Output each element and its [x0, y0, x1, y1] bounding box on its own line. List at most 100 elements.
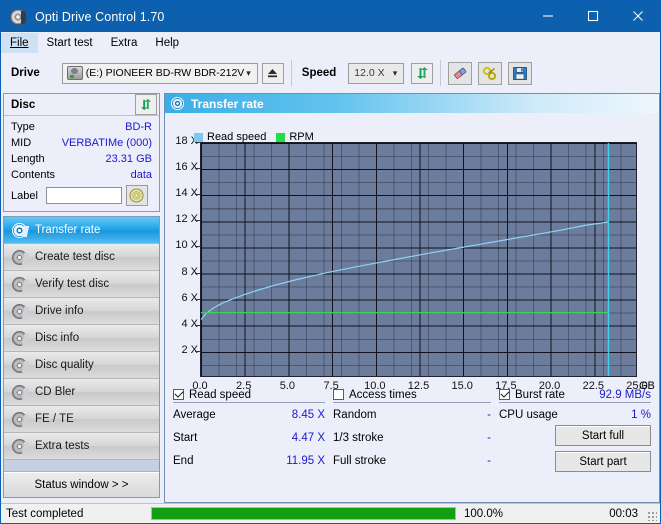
- chart-y-tick: 14 X: [165, 187, 202, 199]
- close-icon[interactable]: [615, 1, 660, 31]
- elapsed-time: 00:03: [549, 508, 660, 520]
- menu-label-help: Help: [155, 37, 179, 49]
- cd-icon-button[interactable]: [126, 185, 148, 206]
- speed-select[interactable]: 12.0 X ▾: [348, 63, 404, 84]
- drive-toolbar: Drive (E:) PIONEER BD-RW BDR-212V 1.00 ▾…: [1, 54, 660, 92]
- toolbar-divider-2: [440, 60, 441, 86]
- sidebar-item-fe-te[interactable]: FE / TE: [4, 406, 159, 433]
- resize-grip-icon[interactable]: [647, 511, 657, 521]
- access-times-header: Access times: [333, 387, 491, 403]
- disc-key-type: Type: [11, 121, 35, 133]
- stats-key-cpu-usage: CPU usage: [499, 409, 558, 421]
- status-window-button[interactable]: Status window > >: [4, 472, 159, 497]
- status-window-label: Status window > >: [35, 479, 129, 491]
- sidebar-label-cd-bler: CD Bler: [35, 386, 75, 398]
- disc-refresh-button[interactable]: [135, 94, 157, 115]
- chart-y-tick-mark: [195, 220, 200, 221]
- eraser-button[interactable]: [448, 62, 472, 85]
- disc-icon: [12, 358, 27, 373]
- menu-item-start-test[interactable]: Start test: [38, 33, 102, 53]
- stats-value-third-stroke: -: [487, 432, 491, 444]
- sidebar-label-disc-info: Disc info: [35, 332, 79, 344]
- chart-plot-area: [200, 142, 637, 377]
- menu-item-help[interactable]: Help: [146, 33, 188, 53]
- sidebar-item-drive-info[interactable]: Drive info: [4, 298, 159, 325]
- sidebar-item-verify-test-disc[interactable]: Verify test disc: [4, 271, 159, 298]
- disc-label-input[interactable]: [46, 187, 122, 204]
- sidebar-item-disc-info[interactable]: Disc info: [4, 325, 159, 352]
- stats-key-full-stroke: Full stroke: [333, 455, 386, 467]
- progress-percent: 100.0%: [456, 508, 549, 520]
- stats-col-burst-rate: Burst rate 92.9 MB/s CPU usage 1 %: [499, 387, 651, 426]
- disc-icon: [12, 250, 27, 265]
- panel-title: Transfer rate: [191, 97, 264, 111]
- chart-legend: Read speed RPM: [194, 131, 320, 143]
- transfer-rate-chart: Read speed RPM GB 2 X4 X6 X8 X10 X12 X14…: [165, 113, 659, 402]
- stats-key-start: Start: [173, 432, 197, 444]
- menu-item-extra[interactable]: Extra: [102, 33, 147, 53]
- stats-row-average: Average 8.45 X: [173, 403, 325, 426]
- chevron-down-icon: ▾: [246, 68, 251, 79]
- sidebar-item-cd-bler[interactable]: CD Bler: [4, 379, 159, 406]
- burst-rate-checkbox[interactable]: [499, 389, 510, 400]
- drive-icon: [67, 66, 83, 80]
- stats-row-end: End 11.95 X: [173, 449, 325, 472]
- disc-label-key: Label: [11, 190, 38, 202]
- menu-label-start-test: Start test: [47, 37, 93, 49]
- read-speed-header: Read speed: [173, 387, 325, 403]
- chart-y-tick-mark: [195, 246, 200, 247]
- disc-icon: [12, 439, 27, 454]
- stats-panel: Read speed Average 8.45 X Start 4.47 X E…: [165, 387, 659, 473]
- menu-item-file[interactable]: File: [1, 33, 38, 53]
- progress-bar: [151, 507, 456, 520]
- access-times-title: Access times: [349, 389, 417, 401]
- disc-value-mid: VERBATIMe (000): [62, 137, 152, 149]
- chart-y-tick-mark: [195, 194, 200, 195]
- stats-row-start: Start 4.47 X: [173, 426, 325, 449]
- disc-key-mid: MID: [11, 137, 31, 149]
- menu-label-extra: Extra: [111, 37, 138, 49]
- sidebar-item-disc-quality[interactable]: Disc quality: [4, 352, 159, 379]
- chart-y-tick-mark: [195, 273, 200, 274]
- drive-select[interactable]: (E:) PIONEER BD-RW BDR-212V 1.00 ▾: [62, 63, 258, 84]
- start-part-button[interactable]: Start part: [555, 451, 651, 472]
- burst-rate-value: 92.9 MB/s: [599, 389, 651, 401]
- sidebar-item-create-test-disc[interactable]: Create test disc: [4, 244, 159, 271]
- chart-y-tick-mark: [195, 299, 200, 300]
- save-button[interactable]: [508, 62, 532, 85]
- tools-button[interactable]: [478, 62, 502, 85]
- stats-value-full-stroke: -: [487, 455, 491, 467]
- menu-label-file: File: [10, 37, 29, 49]
- minimize-icon[interactable]: [525, 1, 570, 31]
- chart-y-tick-mark: [195, 168, 200, 169]
- legend-label-rpm: RPM: [289, 131, 313, 143]
- stats-value-random: -: [487, 409, 491, 421]
- stats-row-third-stroke: 1/3 stroke -: [333, 426, 491, 449]
- chart-y-tick: 4 X: [165, 318, 202, 330]
- speed-label: Speed: [302, 67, 337, 79]
- drive-select-value: (E:) PIONEER BD-RW BDR-212V 1.00: [86, 67, 246, 79]
- refresh-drive-button[interactable]: [411, 63, 433, 84]
- disc-value-type: BD-R: [125, 121, 152, 133]
- access-times-checkbox[interactable]: [333, 389, 344, 400]
- disc-row-length: Length 23.31 GB: [4, 151, 159, 167]
- sidebar-item-extra-tests[interactable]: Extra tests: [4, 433, 159, 460]
- sidebar-label-drive-info: Drive info: [35, 305, 84, 317]
- eject-button[interactable]: [262, 63, 284, 84]
- start-full-button[interactable]: Start full: [555, 425, 651, 446]
- stats-value-start: 4.47 X: [292, 432, 325, 444]
- sidebar-label-fe-te: FE / TE: [35, 413, 74, 425]
- disc-value-contents: data: [131, 169, 152, 181]
- stats-row-full-stroke: Full stroke -: [333, 449, 491, 472]
- disc-info-box: Disc Type BD-R MID VERBATIMe (000): [3, 93, 160, 212]
- sidebar-spacer: [4, 460, 159, 472]
- sidebar-item-transfer-rate[interactable]: Transfer rate: [4, 217, 159, 244]
- disc-info-header: Disc: [4, 94, 159, 116]
- status-text: Test completed: [1, 508, 151, 520]
- chart-y-tick: 16 X: [165, 161, 202, 173]
- disc-key-length: Length: [11, 153, 45, 165]
- maximize-icon[interactable]: [570, 1, 615, 31]
- read-speed-checkbox[interactable]: [173, 389, 184, 400]
- stats-key-random: Random: [333, 409, 376, 421]
- disc-icon: [12, 304, 27, 319]
